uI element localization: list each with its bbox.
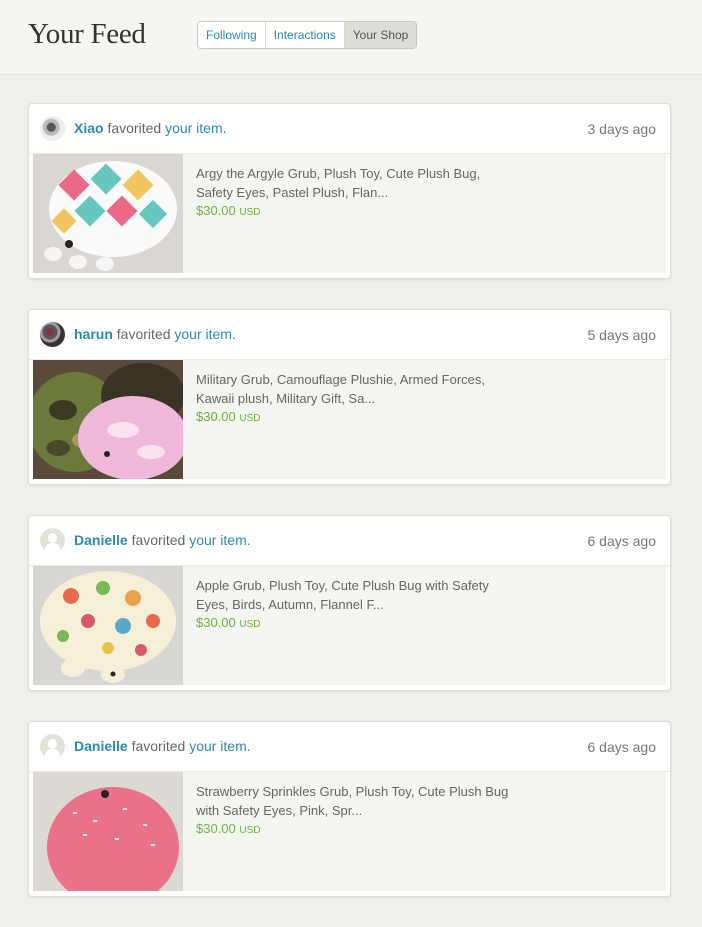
item-thumbnail[interactable] — [33, 772, 183, 891]
item-title[interactable]: Strawberry Sprinkles Grub, Plush Toy, Cu… — [196, 782, 516, 820]
user-link[interactable]: Danielle — [74, 532, 128, 548]
price-currency: USD — [239, 207, 261, 218]
activity-line: Danielle favorited your item. — [74, 532, 251, 548]
tab-following[interactable]: Following — [198, 22, 266, 48]
price-value: $30.00 — [196, 821, 236, 836]
card-header: harun favorited your item. 5 days ago — [29, 310, 670, 360]
item-description: Argy the Argyle Grub, Plush Toy, Cute Pl… — [196, 164, 516, 222]
user-link[interactable]: harun — [74, 326, 113, 342]
item-description: Apple Grub, Plush Toy, Cute Plush Bug wi… — [196, 576, 516, 634]
user-link[interactable]: Danielle — [74, 738, 128, 754]
price-value: $30.00 — [196, 615, 236, 630]
page-title: Your Feed — [28, 18, 146, 50]
feed-header: Your Feed Following Interactions Your Sh… — [0, 0, 702, 75]
feed-card: Danielle favorited your item. 6 days ago — [28, 515, 671, 691]
timestamp: 6 days ago — [587, 739, 657, 755]
tab-your-shop[interactable]: Your Shop — [344, 22, 417, 48]
feed-tabs: Following Interactions Your Shop — [197, 21, 418, 49]
action-text: favorited — [116, 326, 171, 342]
item-link[interactable]: your item. — [189, 738, 250, 754]
item-title[interactable]: Apple Grub, Plush Toy, Cute Plush Bug wi… — [196, 576, 516, 614]
avatar[interactable] — [40, 734, 65, 759]
item-price: $30.00 USD — [196, 820, 516, 840]
avatar[interactable] — [40, 528, 65, 553]
avatar[interactable] — [40, 116, 65, 141]
item-thumbnail[interactable] — [33, 566, 183, 685]
activity-line: Danielle favorited your item. — [74, 738, 251, 754]
action-text: favorited — [107, 120, 162, 136]
activity-line: harun favorited your item. — [74, 326, 236, 342]
price-currency: USD — [239, 825, 261, 836]
feed-card: harun favorited your item. 5 days ago Mi… — [28, 309, 671, 485]
timestamp: 3 days ago — [587, 121, 657, 137]
feed-list: Xiao favorited your item. 3 days ago Arg… — [28, 103, 671, 927]
item-panel: Apple Grub, Plush Toy, Cute Plush Bug wi… — [33, 566, 666, 685]
user-link[interactable]: Xiao — [74, 120, 104, 136]
timestamp: 5 days ago — [587, 327, 657, 343]
item-title[interactable]: Argy the Argyle Grub, Plush Toy, Cute Pl… — [196, 164, 516, 202]
item-link[interactable]: your item. — [189, 532, 250, 548]
item-price: $30.00 USD — [196, 408, 516, 428]
item-price: $30.00 USD — [196, 202, 516, 222]
item-link[interactable]: your item. — [165, 120, 226, 136]
feed-card: Xiao favorited your item. 3 days ago Arg… — [28, 103, 671, 279]
action-text: favorited — [131, 532, 186, 548]
item-thumbnail[interactable] — [33, 360, 183, 479]
item-description: Military Grub, Camouflage Plushie, Armed… — [196, 370, 516, 428]
item-panel: Military Grub, Camouflage Plushie, Armed… — [33, 360, 666, 479]
price-currency: USD — [239, 413, 261, 424]
item-price: $30.00 USD — [196, 614, 516, 634]
tab-interactions[interactable]: Interactions — [265, 22, 345, 48]
card-header: Xiao favorited your item. 3 days ago — [29, 104, 670, 154]
timestamp: 6 days ago — [587, 533, 657, 549]
item-description: Strawberry Sprinkles Grub, Plush Toy, Cu… — [196, 782, 516, 840]
price-value: $30.00 — [196, 203, 236, 218]
card-header: Danielle favorited your item. 6 days ago — [29, 722, 670, 772]
activity-line: Xiao favorited your item. — [74, 120, 227, 136]
card-header: Danielle favorited your item. 6 days ago — [29, 516, 670, 566]
price-value: $30.00 — [196, 409, 236, 424]
item-thumbnail[interactable] — [33, 154, 183, 273]
price-currency: USD — [239, 619, 261, 630]
item-link[interactable]: your item. — [174, 326, 235, 342]
avatar[interactable] — [40, 322, 65, 347]
item-panel: Argy the Argyle Grub, Plush Toy, Cute Pl… — [33, 154, 666, 273]
action-text: favorited — [131, 738, 186, 754]
feed-card: Danielle favorited your item. 6 days ago — [28, 721, 671, 897]
item-panel: Strawberry Sprinkles Grub, Plush Toy, Cu… — [33, 772, 666, 891]
item-title[interactable]: Military Grub, Camouflage Plushie, Armed… — [196, 370, 516, 408]
